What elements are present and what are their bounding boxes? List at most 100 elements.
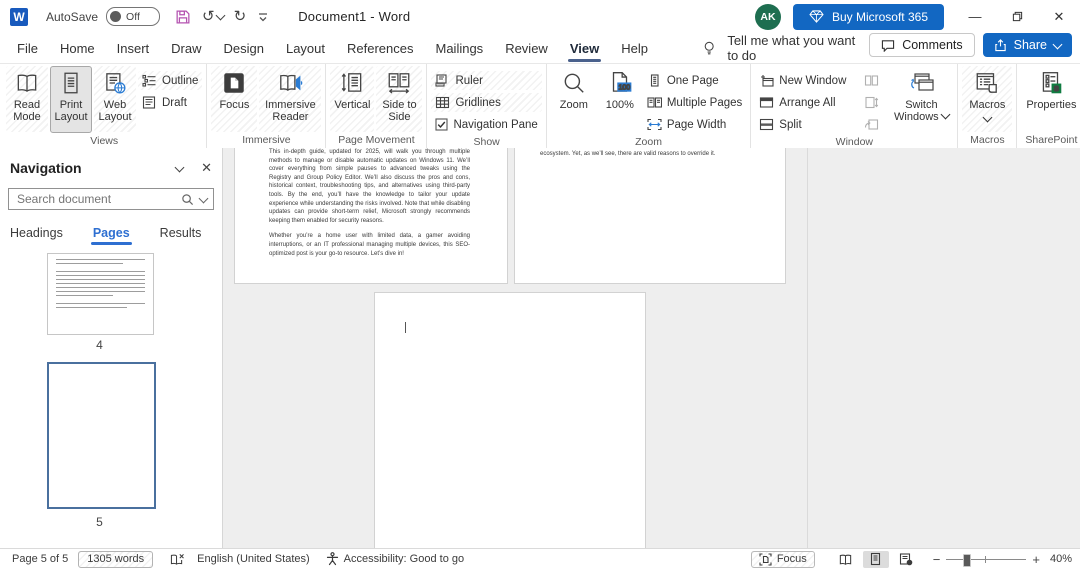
ribbon-view: Read Mode Print Layout Web Layout Outlin… [0,64,1080,149]
share-icon [994,38,1006,51]
word-logo-icon: W [10,7,28,26]
tab-file[interactable]: File [6,33,49,63]
status-bar: Page 5 of 5 1305 words English (United S… [0,548,1080,569]
redo-button[interactable]: ↻ [234,9,247,24]
word-count[interactable]: 1305 words [78,550,154,568]
zoom-slider[interactable]: − + [933,552,1040,567]
synchronous-scrolling-button[interactable] [860,93,883,112]
page-indicator[interactable]: Page 5 of 5 [6,549,74,569]
navigation-title: Navigation [10,160,82,176]
macros-button[interactable]: Macros [962,66,1013,132]
new-window-button[interactable]: New Window [755,71,850,90]
view-side-by-side-button[interactable] [860,71,883,90]
side-to-side-button[interactable]: Side to Side [376,66,423,132]
tab-design[interactable]: Design [213,33,275,63]
group-views: Read Mode Print Layout Web Layout Outlin… [2,64,208,148]
web-layout-view-button[interactable] [893,551,919,568]
nav-tab-pages[interactable]: Pages [90,226,132,245]
navigation-pane: Navigation ✕ Headings Pages Results [0,148,223,549]
page-5-label: 5 [96,515,103,529]
svg-text:100: 100 [618,85,630,92]
zoom-button[interactable]: Zoom [551,66,597,132]
tell-me-search[interactable]: Tell me what you want to do [703,33,869,63]
vertical-button[interactable]: Vertical [330,66,375,132]
nav-tab-results[interactable]: Results [160,226,202,245]
top-left-page[interactable]: This in-depth guide, updated for 2025, w… [234,148,508,284]
tab-layout[interactable]: Layout [275,33,336,63]
proofing-status[interactable] [163,549,191,569]
language-indicator[interactable]: English (United States) [191,549,316,569]
share-button[interactable]: Share [982,33,1072,57]
tab-review[interactable]: Review [494,33,559,63]
focus-button[interactable]: Focus [211,66,258,132]
group-label-sharepoint: SharePoint [1025,134,1078,146]
tab-insert[interactable]: Insert [106,33,161,63]
chevron-down-icon[interactable] [198,193,209,203]
zoom-percentage[interactable]: 40% [1044,553,1074,565]
properties-button[interactable]: S Properties [1021,66,1080,132]
group-page-movement: Vertical Side to Side Page Movement [326,64,428,148]
document-search-box[interactable] [8,188,214,210]
switch-windows-button[interactable]: Switch Windows [889,66,953,132]
page-5-thumbnail[interactable] [47,362,156,509]
tab-mailings[interactable]: Mailings [425,33,495,63]
zoom-100-button[interactable]: 100 100% [599,66,641,132]
tab-references[interactable]: References [336,33,424,63]
zoom-slider-thumb[interactable] [963,554,972,567]
zoom-out-icon[interactable]: − [933,552,941,567]
document-canvas[interactable]: This in-depth guide, updated for 2025, w… [223,148,1080,549]
restore-button[interactable] [996,0,1038,33]
multiple-pages-button[interactable]: Multiple Pages [643,93,746,112]
nav-tab-headings[interactable]: Headings [10,226,63,245]
search-input[interactable] [15,191,175,207]
autosave-toggle[interactable]: Off [106,7,161,26]
web-layout-button[interactable]: Web Layout [94,66,136,132]
tab-home[interactable]: Home [49,33,106,63]
comments-button[interactable]: Comments [869,33,975,57]
one-page-button[interactable]: One Page [643,71,746,90]
accessibility-status[interactable]: Accessibility: Good to go [320,549,470,569]
print-layout-button[interactable]: Print Layout [50,66,92,133]
current-page-5[interactable] [374,292,646,549]
diamond-icon [809,10,824,23]
read-mode-view-button[interactable] [833,551,859,568]
top-right-page[interactable]: ecosystem. Yet, as we’ll see, there are … [514,148,786,284]
navigation-pane-checkbox[interactable]: Navigation Pane [431,115,541,134]
immersive-reader-button[interactable]: Immersive Reader [259,66,322,132]
chevron-down-icon [215,10,226,21]
outline-button[interactable]: Outline [138,71,203,90]
arrange-all-button[interactable]: Arrange All [755,93,850,112]
customize-quick-access-icon[interactable] [256,11,270,23]
page-width-button[interactable]: Page Width [643,115,746,134]
ruler-toggle[interactable]: Ruler [431,71,542,90]
tab-view[interactable]: View [559,33,610,63]
document-title: Document1 - Word [298,9,411,24]
search-icon[interactable] [181,193,194,206]
print-layout-view-button[interactable] [862,550,889,568]
gridlines-toggle[interactable]: Gridlines [431,93,542,112]
split-button[interactable]: Split [755,115,850,134]
zoom-in-icon[interactable]: + [1032,552,1040,567]
group-macros: Macros Macros [958,64,1018,148]
group-window: New Window Arrange All Split Switch Wind… [751,64,959,148]
read-mode-button[interactable]: Read Mode [6,66,48,132]
buy-microsoft-365-button[interactable]: Buy Microsoft 365 [792,3,944,30]
reset-window-position-button[interactable] [860,115,883,134]
close-button[interactable]: ✕ [1038,0,1080,33]
page-4-thumbnail[interactable] [47,253,154,335]
account-avatar[interactable]: AK [754,3,781,30]
chevron-down-icon[interactable] [174,162,185,172]
undo-button[interactable]: ↺ [202,9,226,24]
title-bar: W AutoSave Off ↺ ↻ Document1 - Word AK B… [0,0,1080,33]
group-zoom: Zoom 100 100% One Page Multiple Pages Pa… [547,64,752,148]
thumbnail-text-lines [48,259,153,308]
tab-help[interactable]: Help [610,33,659,63]
group-label-page-movement: Page Movement [338,134,415,146]
tab-draw[interactable]: Draw [160,33,212,63]
canvas-divider [807,148,808,549]
focus-mode-button[interactable]: Focus [750,550,815,568]
minimize-button[interactable]: — [954,0,996,33]
save-icon[interactable] [174,8,192,26]
close-navigation-icon[interactable]: ✕ [201,160,212,176]
draft-button[interactable]: Draft [138,93,202,112]
